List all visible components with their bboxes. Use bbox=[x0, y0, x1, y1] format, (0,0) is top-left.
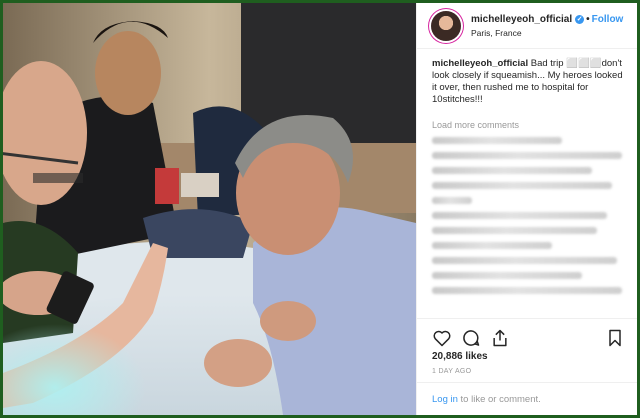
blurred-comments bbox=[432, 137, 628, 302]
login-bar: Log in to like or comment. bbox=[417, 382, 637, 415]
action-bar bbox=[417, 318, 637, 355]
post-timestamp[interactable]: 1 DAY AGO bbox=[432, 368, 471, 375]
comment-placeholder bbox=[432, 167, 592, 174]
login-prompt: Log in to like or comment. bbox=[432, 394, 541, 405]
post-caption: michelleyeoh_official Bad trip ⬜⬜⬜don't … bbox=[432, 58, 628, 106]
bookmark-icon[interactable] bbox=[605, 328, 625, 348]
follow-button[interactable]: Follow bbox=[592, 14, 624, 25]
comment-placeholder bbox=[432, 152, 622, 159]
comment-placeholder bbox=[432, 212, 607, 219]
comment-icon[interactable] bbox=[461, 328, 481, 348]
instagram-post-frame: michelleyeoh_official ✓ • Follow Paris, Fra… bbox=[3, 3, 637, 415]
heart-icon[interactable] bbox=[432, 328, 452, 348]
post-photo[interactable] bbox=[3, 3, 416, 415]
comment-placeholder bbox=[432, 257, 617, 264]
post-header: michelleyeoh_official ✓ • Follow Paris, Fra… bbox=[417, 3, 637, 49]
photo-illustration bbox=[3, 3, 416, 415]
location-link[interactable]: Paris, France bbox=[471, 28, 522, 38]
comment-placeholder bbox=[432, 287, 622, 294]
comment-placeholder bbox=[432, 242, 552, 249]
like-count[interactable]: 20,886 likes bbox=[432, 351, 488, 362]
post-sidebar: michelleyeoh_official ✓ • Follow Paris, Fra… bbox=[416, 3, 637, 415]
separator-dot: • bbox=[586, 14, 590, 25]
share-icon[interactable] bbox=[490, 328, 510, 348]
comment-placeholder bbox=[432, 227, 597, 234]
comment-placeholder bbox=[432, 197, 472, 204]
username-link[interactable]: michelleyeoh_official bbox=[471, 14, 572, 25]
comment-placeholder bbox=[432, 272, 582, 279]
avatar[interactable] bbox=[431, 11, 461, 41]
verified-badge-icon: ✓ bbox=[575, 14, 585, 24]
comment-placeholder bbox=[432, 182, 612, 189]
username-row: michelleyeoh_official ✓ • Follow bbox=[471, 14, 623, 25]
login-link[interactable]: Log in bbox=[432, 394, 458, 405]
login-suffix: to like or comment. bbox=[457, 394, 541, 405]
load-more-comments-button[interactable]: Load more comments bbox=[432, 120, 519, 130]
caption-username[interactable]: michelleyeoh_official bbox=[432, 58, 528, 69]
comment-placeholder bbox=[432, 137, 562, 144]
